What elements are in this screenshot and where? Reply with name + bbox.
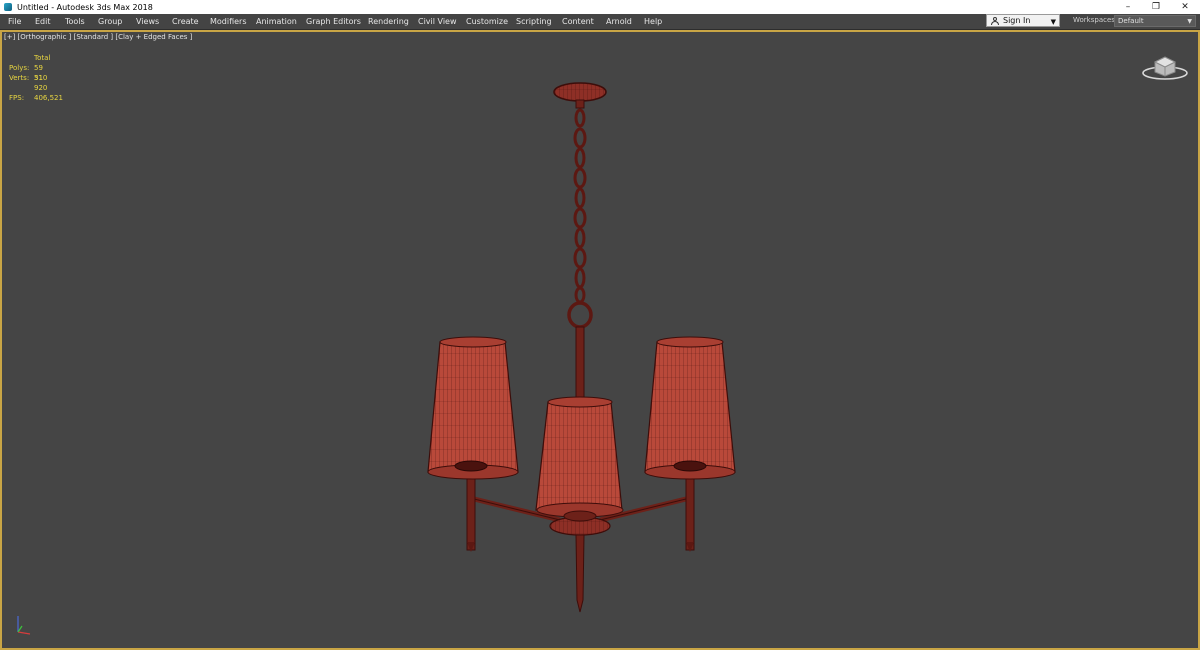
fps-label: FPS: bbox=[9, 94, 25, 102]
menu-rendering[interactable]: Rendering bbox=[368, 14, 409, 29]
viewport-label[interactable]: [+] [Orthographic ] [Standard ] [Clay + … bbox=[4, 33, 192, 41]
sign-in-label: Sign In bbox=[1003, 16, 1031, 25]
axis-tripod-icon bbox=[17, 616, 31, 635]
menu-views[interactable]: Views bbox=[136, 14, 159, 29]
workspaces-value: Default bbox=[1118, 17, 1144, 25]
sign-in-dropdown[interactable]: Sign In ▼ bbox=[986, 14, 1060, 27]
menu-animation[interactable]: Animation bbox=[256, 14, 297, 29]
fps-value: 406,521 bbox=[34, 94, 63, 102]
menu-customize[interactable]: Customize bbox=[466, 14, 508, 29]
close-button[interactable]: ✕ bbox=[1171, 0, 1199, 14]
menu-tools[interactable]: Tools bbox=[65, 14, 85, 29]
chandelier-model[interactable] bbox=[0, 30, 1200, 650]
workspaces-label: Workspaces: bbox=[1073, 16, 1118, 24]
menu-civil-view[interactable]: Civil View bbox=[418, 14, 457, 29]
chevron-down-icon: ▼ bbox=[1187, 18, 1192, 25]
workspaces-select[interactable]: Default ▼ bbox=[1114, 15, 1196, 27]
menu-modifiers[interactable]: Modifiers bbox=[210, 14, 247, 29]
menu-edit[interactable]: Edit bbox=[35, 14, 51, 29]
verts-label: Verts: bbox=[9, 74, 30, 82]
menu-group[interactable]: Group bbox=[98, 14, 122, 29]
menu-arnold[interactable]: Arnold bbox=[606, 14, 632, 29]
menu-file[interactable]: File bbox=[8, 14, 21, 29]
menu-graph-editors[interactable]: Graph Editors bbox=[306, 14, 361, 29]
menu-help[interactable]: Help bbox=[644, 14, 662, 29]
chevron-down-icon: ▼ bbox=[1050, 18, 1056, 26]
polys-label: Polys: bbox=[9, 64, 30, 72]
menu-create[interactable]: Create bbox=[172, 14, 199, 29]
menu-content[interactable]: Content bbox=[562, 14, 594, 29]
verts-value: 31 920 bbox=[34, 74, 48, 92]
menu-scripting[interactable]: Scripting bbox=[516, 14, 552, 29]
minimize-button[interactable]: – bbox=[1114, 0, 1142, 14]
user-icon bbox=[991, 16, 999, 25]
app-icon bbox=[4, 3, 12, 11]
title-bar: Untitled - Autodesk 3ds Max 2018 – ❐ ✕ bbox=[0, 0, 1200, 14]
restore-button[interactable]: ❐ bbox=[1142, 0, 1170, 14]
window-title: Untitled - Autodesk 3ds Max 2018 bbox=[17, 2, 153, 12]
viewcube-icon[interactable] bbox=[1140, 48, 1190, 82]
stats-header: Total bbox=[34, 54, 51, 62]
